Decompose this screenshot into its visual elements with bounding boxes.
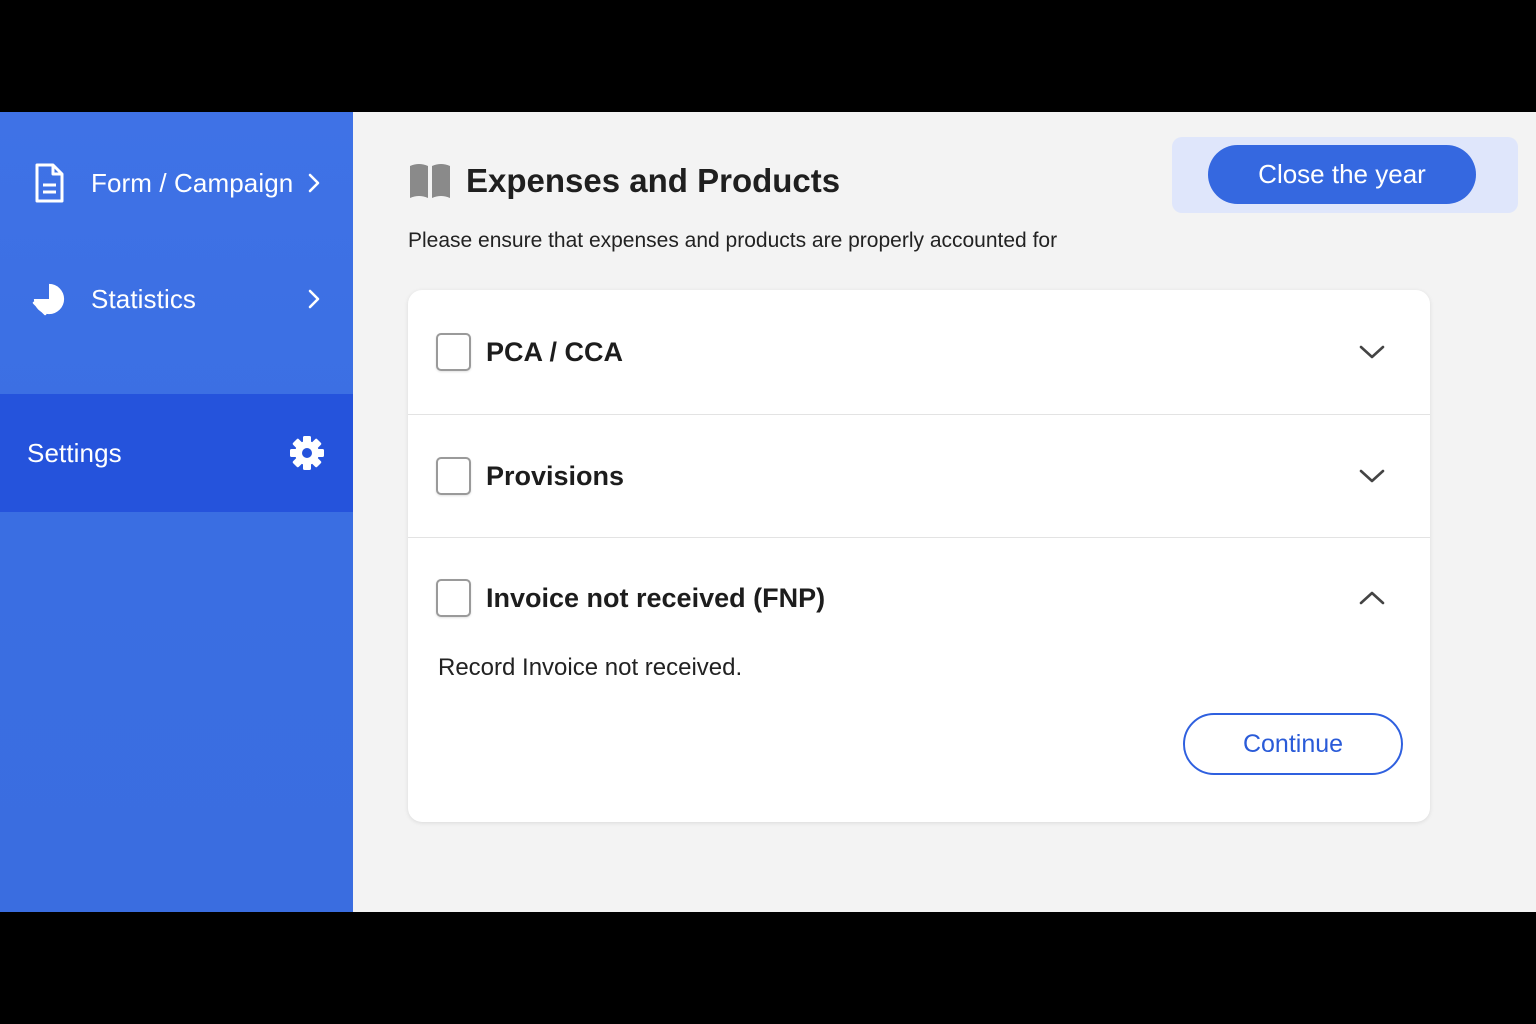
chevron-up-icon[interactable] — [1358, 589, 1386, 607]
book-icon — [410, 164, 450, 198]
sidebar-item-statistics[interactable]: Statistics — [0, 264, 353, 334]
accordion-item-label: Provisions — [486, 460, 625, 491]
accordion-body-text: Record Invoice not received. — [438, 654, 743, 681]
main-content: Expenses and Products Please ensure that… — [353, 112, 1536, 912]
gear-icon — [290, 436, 324, 470]
page-subtitle: Please ensure that expenses and products… — [408, 229, 1058, 252]
checkbox[interactable] — [436, 333, 471, 371]
sidebar-item-label: Form / Campaign — [91, 167, 294, 198]
sidebar-item-label: Settings — [27, 437, 122, 468]
continue-button[interactable]: Continue — [1183, 713, 1403, 775]
accordion-item-invoice-not-received[interactable]: Invoice not received (FNP) — [408, 538, 1430, 658]
page-header: Expenses and Products — [408, 162, 840, 200]
checkbox[interactable] — [436, 457, 471, 495]
pie-chart-icon — [32, 278, 66, 320]
chevron-right-icon — [308, 173, 320, 193]
document-icon — [32, 162, 66, 204]
chevron-right-icon — [308, 289, 320, 309]
close-year-button[interactable]: Close the year — [1208, 145, 1476, 204]
accordion-item-pca-cca[interactable]: PCA / CCA — [408, 290, 1430, 415]
app-window: Form / Campaign Statistics Settings Expe… — [0, 112, 1536, 912]
sidebar-item-label: Statistics — [91, 283, 197, 314]
sidebar-item-form-campaign[interactable]: Form / Campaign — [0, 148, 353, 218]
sidebar: Form / Campaign Statistics Settings — [0, 112, 353, 912]
accordion-item-provisions[interactable]: Provisions — [408, 415, 1430, 538]
close-year-panel: Close the year — [1172, 137, 1518, 213]
accordion-item-label: PCA / CCA — [486, 336, 624, 367]
accordion-item-label: Invoice not received (FNP) — [486, 582, 826, 613]
chevron-down-icon[interactable] — [1358, 343, 1386, 361]
accordion-card: PCA / CCA Provisions Invoice not receive… — [408, 290, 1430, 822]
page-title: Expenses and Products — [466, 162, 841, 199]
checkbox[interactable] — [436, 579, 471, 617]
chevron-down-icon[interactable] — [1358, 467, 1386, 485]
sidebar-item-settings[interactable]: Settings — [0, 394, 353, 512]
